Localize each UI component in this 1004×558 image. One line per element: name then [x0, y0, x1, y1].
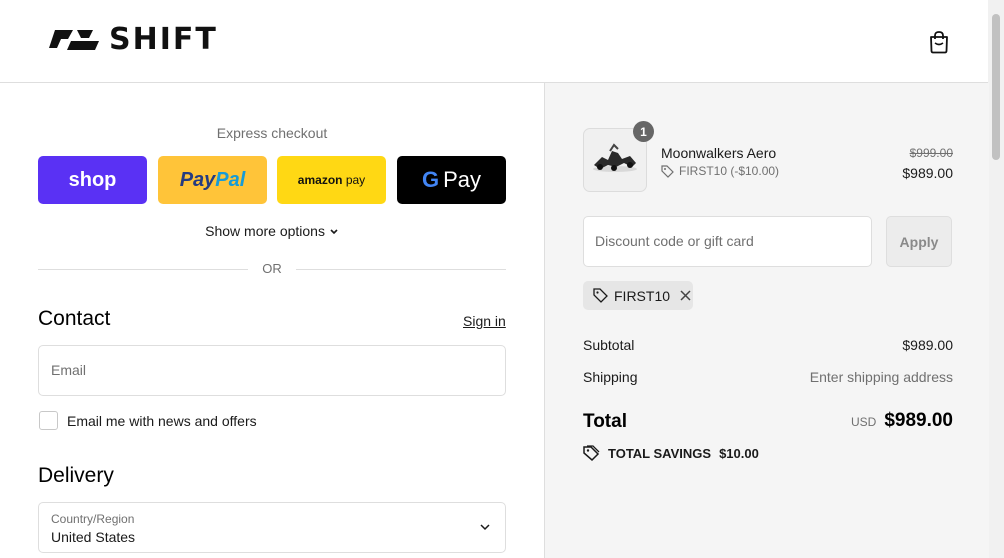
show-more-options-label: Show more options	[205, 223, 325, 239]
newsletter-label: Email me with news and offers	[67, 413, 257, 429]
subtotal-value: $989.00	[902, 337, 953, 353]
discount-code-field[interactable]	[583, 216, 872, 267]
amazon-pay-label: pay	[345, 173, 366, 187]
total-value: USD $989.00	[851, 410, 953, 432]
applied-code: FIRST10	[614, 287, 671, 304]
email-input[interactable]	[39, 346, 503, 393]
google-pay-button[interactable]: G Pay	[397, 156, 506, 204]
email-field[interactable]	[38, 345, 506, 396]
total-label: Total	[583, 411, 627, 432]
scrollbar-thumb[interactable]	[992, 14, 1000, 160]
subtotal-label: Subtotal	[583, 337, 635, 353]
paypal-label-a: Pay	[179, 168, 216, 191]
tag-icon	[661, 164, 674, 178]
paypal-button[interactable]: Pay Pal	[158, 156, 267, 204]
currency-code: USD	[850, 415, 877, 429]
show-more-options-button[interactable]: Show more options	[38, 223, 506, 239]
or-text: OR	[262, 261, 282, 276]
original-price: $999.00	[909, 146, 953, 160]
paypal-label-b: Pal	[215, 168, 246, 191]
express-checkout-title: Express checkout	[216, 125, 328, 141]
savings-value: $10.00	[719, 446, 759, 461]
brand-logo[interactable]: SHIFT	[49, 22, 218, 57]
chevron-down-icon	[480, 524, 490, 531]
country-label: Country/Region	[51, 512, 135, 526]
savings-tag-icon	[583, 445, 600, 462]
contact-heading: Contact	[38, 307, 111, 330]
total-savings: TOTAL SAVINGS $10.00	[583, 445, 759, 462]
google-pay-label: Pay	[443, 167, 482, 192]
delivery-heading: Delivery	[38, 464, 114, 487]
order-summary: 1 Moonwalkers Aero FIRST10 (-$10.00) $99…	[544, 83, 989, 558]
product-discount: FIRST10 (-$10.00)	[661, 164, 779, 178]
country-value: United States	[51, 529, 136, 545]
tag-icon	[593, 288, 608, 303]
savings-label: TOTAL SAVINGS	[608, 446, 712, 461]
shop-pay-button[interactable]: shop	[38, 156, 147, 204]
product-name: Moonwalkers Aero	[661, 145, 777, 161]
checkout-form: Express checkout shop Pay Pal amazon pay …	[0, 83, 544, 558]
apply-button[interactable]: Apply	[886, 216, 952, 267]
shipping-value: Enter shipping address	[809, 369, 953, 385]
amazon-label: amazon	[297, 173, 343, 187]
applied-discount-chip: FIRST10	[583, 281, 693, 310]
product-discount-text: FIRST10 (-$10.00)	[679, 164, 780, 178]
country-select[interactable]: Country/Region United States	[38, 502, 506, 553]
shopping-bag-icon[interactable]	[928, 30, 950, 54]
amazon-pay-button[interactable]: amazon pay	[277, 156, 386, 204]
chevron-down-icon	[330, 229, 338, 235]
remove-discount-icon[interactable]	[680, 290, 691, 301]
shipping-label: Shipping	[583, 369, 638, 385]
or-divider: OR	[38, 261, 506, 277]
total-amount: $989.00	[884, 410, 953, 431]
sign-in-link[interactable]: Sign in	[463, 313, 506, 329]
header: SHIFT	[0, 0, 988, 83]
google-g-icon: G	[421, 167, 440, 192]
shift-logo-mark-icon	[49, 30, 99, 50]
shop-pay-label: shop	[68, 168, 117, 191]
current-price: $989.00	[902, 165, 953, 181]
discount-code-input[interactable]	[584, 217, 868, 264]
quantity-badge: 1	[633, 121, 654, 142]
newsletter-checkbox[interactable]	[39, 411, 58, 430]
brand-name: SHIFT	[109, 22, 218, 57]
